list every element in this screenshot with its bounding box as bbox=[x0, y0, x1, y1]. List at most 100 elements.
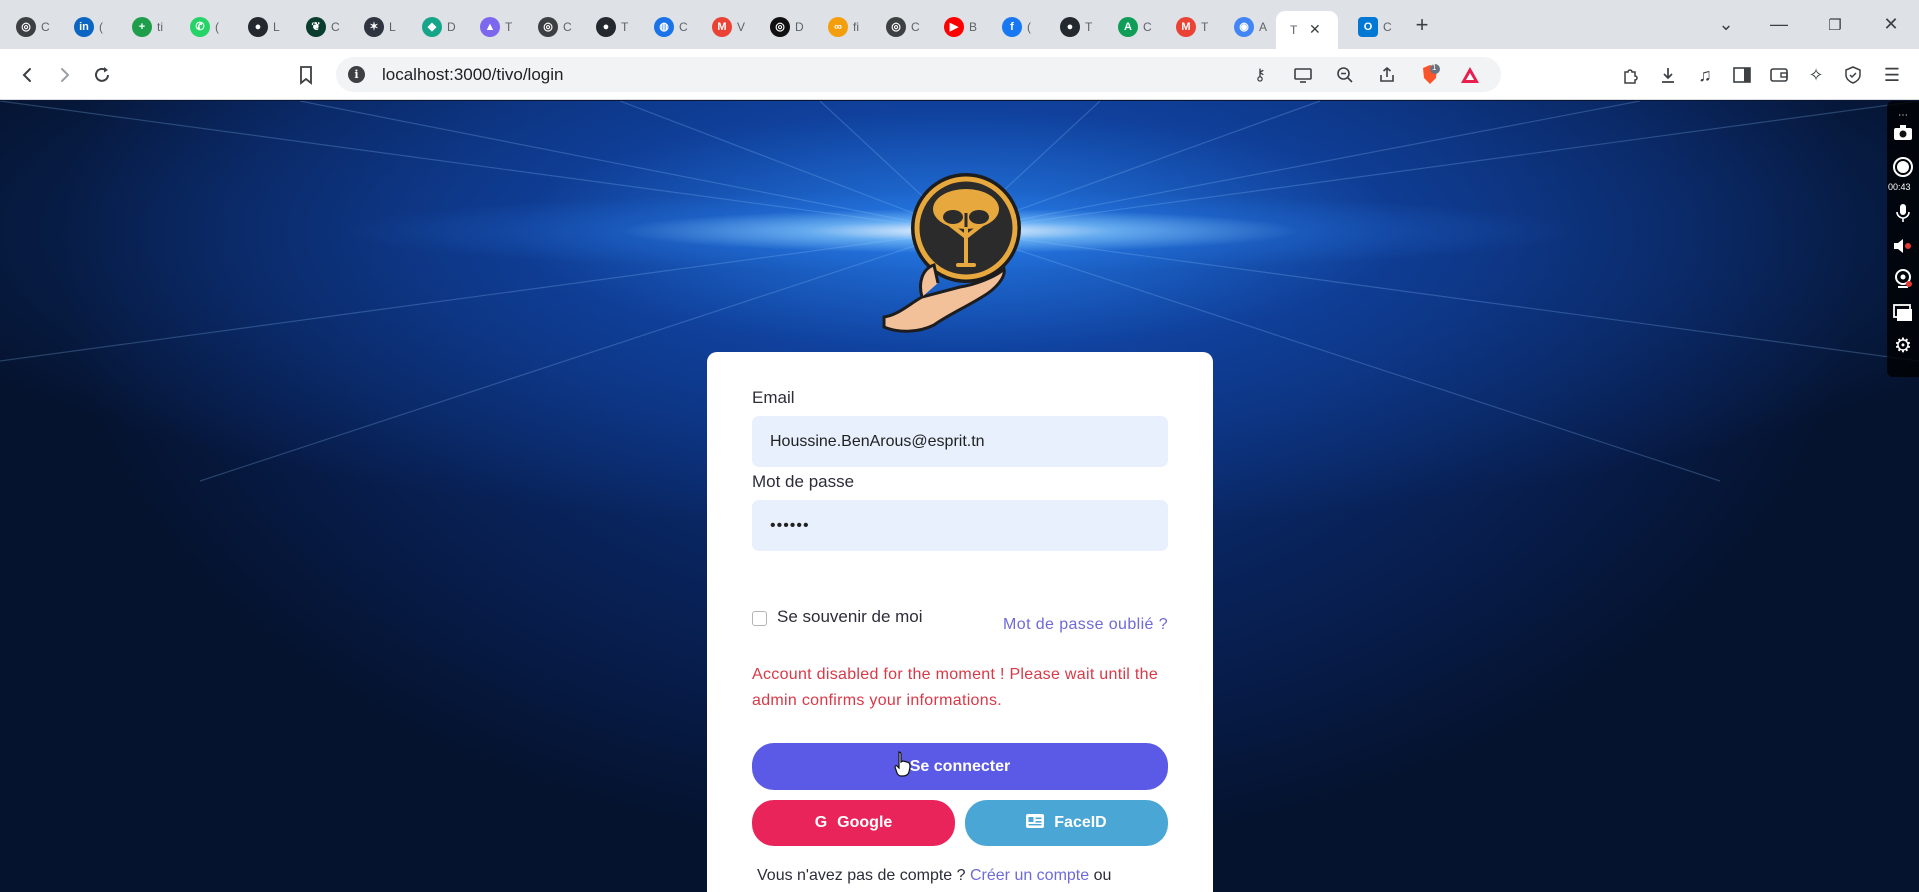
brave-shield-icon[interactable]: 1 bbox=[1418, 63, 1442, 87]
forgot-password-link[interactable]: Mot de passe oublié ? bbox=[1003, 616, 1168, 634]
close-tab-icon[interactable]: ✕ bbox=[1309, 21, 1321, 38]
url-text[interactable]: localhost:3000/tivo/login bbox=[382, 65, 563, 85]
speaker-icon[interactable] bbox=[1891, 234, 1915, 258]
new-tab-button[interactable]: + bbox=[1404, 7, 1440, 43]
tab-item[interactable]: ◆ D bbox=[406, 9, 464, 45]
tab-title: C bbox=[41, 19, 50, 34]
clickup-icon: ▲ bbox=[480, 16, 500, 37]
tab-item[interactable]: ◎ D bbox=[754, 9, 812, 45]
brave-rewards-icon[interactable] bbox=[1458, 63, 1482, 87]
camera-icon[interactable] bbox=[1891, 121, 1915, 145]
tab-title: C bbox=[331, 19, 340, 34]
diamond-icon: ◆ bbox=[422, 16, 442, 37]
facebook-icon: f bbox=[1002, 16, 1022, 37]
tab-title: T bbox=[1201, 19, 1209, 34]
tab-active-title: T bbox=[1290, 22, 1298, 37]
share-icon[interactable] bbox=[1375, 63, 1399, 87]
tab-item[interactable]: ✆( bbox=[174, 9, 232, 45]
forward-icon[interactable] bbox=[50, 61, 78, 89]
tab-outlook[interactable]: O C bbox=[1338, 9, 1396, 45]
window-close-icon[interactable]: ✕ bbox=[1863, 0, 1919, 49]
tab-item[interactable]: ● L bbox=[232, 9, 290, 45]
tab-title: C bbox=[679, 19, 688, 34]
address-bar[interactable]: i localhost:3000/tivo/login ⚷ 1 bbox=[336, 57, 1501, 92]
tab-title: T bbox=[1085, 19, 1093, 34]
record-icon[interactable] bbox=[1891, 155, 1915, 179]
plus-circle-icon: + bbox=[132, 16, 152, 37]
openai-icon: ◎ bbox=[886, 16, 906, 37]
settings-gear-icon[interactable]: ⚙ bbox=[1891, 333, 1915, 357]
tab-item[interactable]: ● T bbox=[580, 9, 638, 45]
signup-prefix: Vous n'avez pas de compte ? bbox=[757, 867, 966, 884]
install-app-icon[interactable] bbox=[1291, 63, 1315, 87]
remember-label[interactable]: Se souvenir de moi bbox=[777, 607, 923, 627]
reload-icon[interactable] bbox=[88, 61, 116, 89]
tab-item[interactable]: ◎ C bbox=[0, 9, 58, 45]
tab-title: B bbox=[969, 19, 978, 34]
bookmark-icon[interactable] bbox=[292, 61, 320, 89]
microphone-icon[interactable] bbox=[1891, 201, 1915, 225]
webcam-icon[interactable] bbox=[1891, 267, 1915, 291]
tab-item[interactable]: MT bbox=[1160, 9, 1218, 45]
screen-select-icon[interactable] bbox=[1891, 301, 1915, 325]
github-icon: ● bbox=[248, 16, 268, 37]
linkedin-icon: in bbox=[74, 16, 94, 37]
media-icon[interactable]: ♫ bbox=[1692, 63, 1718, 87]
google-login-button[interactable]: G Google bbox=[752, 800, 955, 846]
remember-checkbox[interactable] bbox=[752, 611, 767, 626]
vpn-icon[interactable] bbox=[1840, 63, 1866, 87]
leo-ai-icon[interactable]: ✧ bbox=[1803, 63, 1829, 87]
faceid-button-label: FaceID bbox=[1054, 814, 1107, 831]
id-card-icon bbox=[1026, 813, 1045, 833]
login-button[interactable]: Se connecter bbox=[752, 743, 1168, 790]
tab-title: L bbox=[273, 19, 280, 34]
youtube-icon: ▶ bbox=[944, 16, 964, 37]
tab-item[interactable]: ❦ C bbox=[290, 9, 348, 45]
tab-active[interactable]: T ✕ bbox=[1276, 10, 1338, 49]
tab-item[interactable]: ◎ C bbox=[522, 9, 580, 45]
tab-item[interactable]: in ( bbox=[58, 9, 116, 45]
chrome-icon: ◉ bbox=[1234, 16, 1254, 37]
tab-item[interactable]: ▲ T bbox=[464, 9, 522, 45]
tab-title: ti bbox=[157, 19, 163, 34]
tab-title: ( bbox=[215, 19, 219, 34]
site-info-icon[interactable]: i bbox=[348, 66, 365, 83]
app-logo bbox=[882, 173, 1021, 333]
tab-item[interactable]: ◉ A bbox=[1218, 9, 1276, 45]
password-field[interactable]: •••••• bbox=[752, 500, 1168, 551]
tab-item[interactable]: f( bbox=[986, 9, 1044, 45]
tab-item[interactable]: + ti bbox=[116, 9, 174, 45]
email-field[interactable]: Houssine.BenArous@esprit.tn bbox=[752, 416, 1168, 467]
tab-item[interactable]: MV bbox=[696, 9, 754, 45]
faceid-login-button[interactable]: FaceID bbox=[965, 800, 1168, 846]
extensions-icon[interactable] bbox=[1618, 63, 1644, 87]
download-icon[interactable] bbox=[1655, 63, 1681, 87]
tab-item[interactable]: ∞ fi bbox=[812, 9, 870, 45]
google-icon: G bbox=[814, 814, 828, 831]
sidebar-icon[interactable] bbox=[1729, 63, 1755, 87]
tab-item[interactable]: ◍ C bbox=[638, 9, 696, 45]
back-icon[interactable] bbox=[14, 61, 42, 89]
openai-icon: ◎ bbox=[538, 16, 558, 37]
tab-search-icon[interactable]: ⌄ bbox=[1698, 0, 1754, 49]
tab-item[interactable]: ◎ C bbox=[870, 9, 928, 45]
tab-title: T bbox=[621, 19, 629, 34]
recording-timer: 00:43 bbox=[1888, 182, 1911, 192]
tab-item[interactable]: ✶ L bbox=[348, 9, 406, 45]
wallet-icon[interactable] bbox=[1766, 63, 1792, 87]
tab-item[interactable]: AC bbox=[1102, 9, 1160, 45]
minimize-icon[interactable]: — bbox=[1751, 0, 1807, 49]
key-icon[interactable]: ⚷ bbox=[1248, 63, 1272, 87]
create-account-link[interactable]: Créer un compte bbox=[970, 867, 1089, 884]
login-button-label: Se connecter bbox=[909, 757, 1011, 775]
coin-icon: ∞ bbox=[828, 16, 848, 37]
recorder-toolbar: ⋯ 00:43 ⚙ bbox=[1887, 101, 1919, 377]
restore-icon[interactable]: ❐ bbox=[1807, 0, 1863, 49]
whatsapp-icon: ✆ bbox=[190, 16, 210, 37]
zoom-out-icon[interactable] bbox=[1333, 63, 1357, 87]
tab-title: C bbox=[911, 19, 920, 34]
globe-icon: ◍ bbox=[654, 16, 674, 37]
tab-item[interactable]: ▶ B bbox=[928, 9, 986, 45]
tab-item[interactable]: ● T bbox=[1044, 9, 1102, 45]
menu-icon[interactable]: ☰ bbox=[1879, 63, 1905, 87]
